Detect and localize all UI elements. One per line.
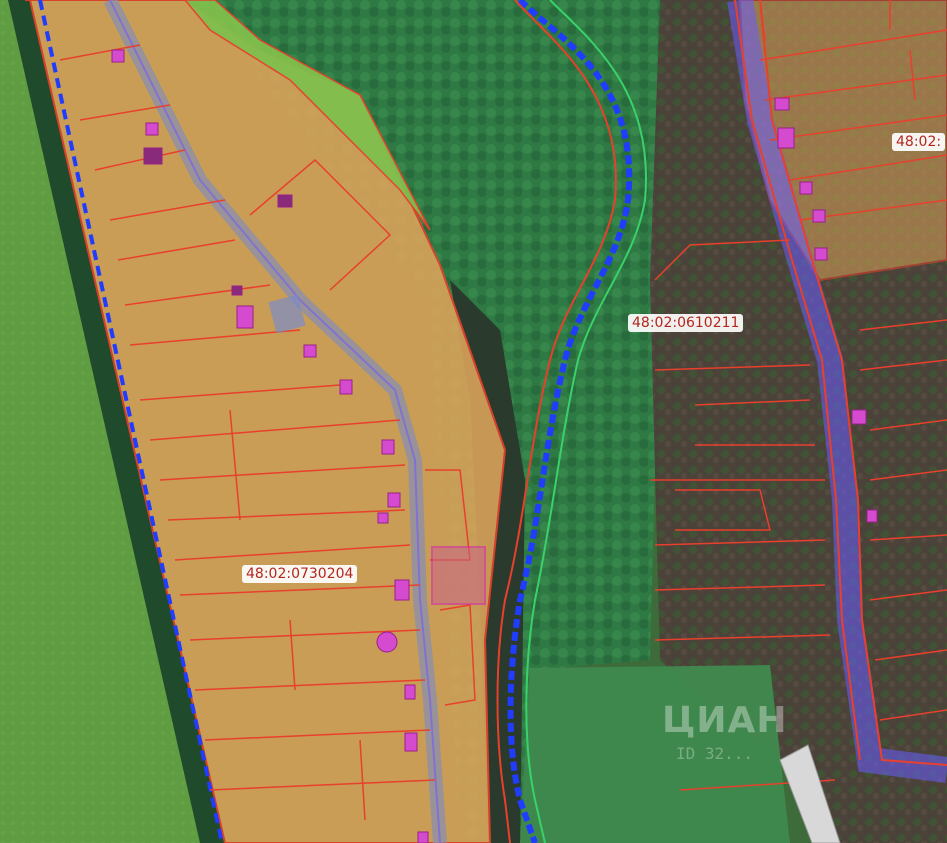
cadastral-map[interactable]: 48:02:0730204 48:02:0610211 48:02: ЦИАН … <box>0 0 947 843</box>
watermark-logo: ЦИАН <box>662 700 788 741</box>
parcel-label-0730204[interactable]: 48:02:0730204 <box>242 565 358 583</box>
parcel-label-0610211[interactable]: 48:02:0610211 <box>628 314 744 332</box>
parcel-label-partial[interactable]: 48:02: <box>892 133 946 151</box>
selected-parcel <box>431 546 486 605</box>
watermark-id: ID 32... <box>676 744 754 763</box>
map-canvas <box>0 0 947 843</box>
